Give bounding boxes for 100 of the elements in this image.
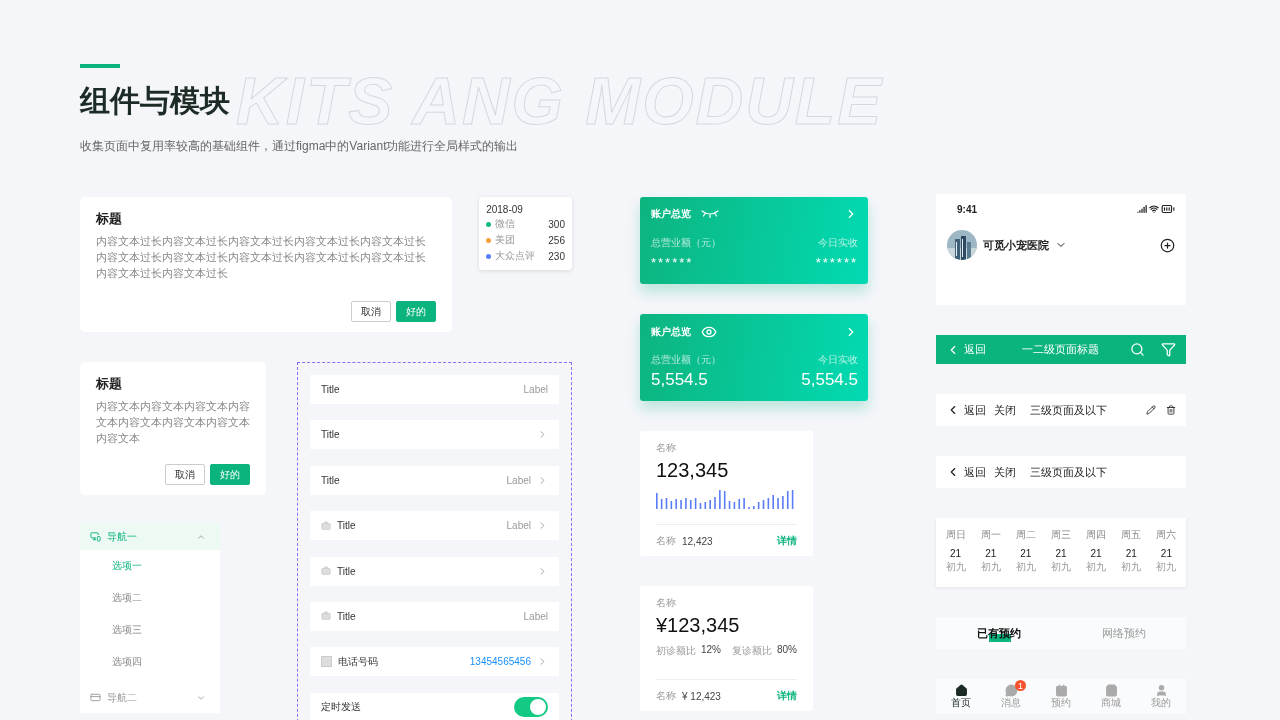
chat-bubble-icon bbox=[1004, 684, 1018, 697]
stat-value: ¥123,345 bbox=[656, 613, 740, 638]
square-icon bbox=[321, 656, 332, 668]
search-icon[interactable] bbox=[1130, 342, 1145, 357]
weekday-label: 周三 bbox=[1051, 528, 1071, 542]
list-cell[interactable]: Title Label bbox=[310, 511, 559, 541]
ratio-label: 复诊额比 bbox=[732, 644, 772, 658]
legend-value: 300 bbox=[548, 218, 565, 230]
tab-bar-item[interactable]: 首页 bbox=[936, 679, 986, 714]
nav-item[interactable]: 选项四 bbox=[80, 646, 220, 678]
phone-number: 13454565456 bbox=[469, 656, 531, 668]
day-number[interactable]: 21 bbox=[1055, 548, 1067, 560]
amount-label: 今日实收 bbox=[818, 353, 858, 367]
weekday-label: 周四 bbox=[1086, 528, 1107, 542]
page-subtitle: 收集页面中复用率较高的基础组件，通过figma中的Variant功能进行全局样式的输出 bbox=[80, 138, 519, 155]
clinic-name[interactable]: 可觅小宠医院 bbox=[983, 237, 1049, 253]
cell-title: Title bbox=[321, 429, 341, 441]
lunar-date: 初九 bbox=[1051, 560, 1071, 573]
legend-name: 大众点评 bbox=[495, 249, 537, 263]
amount-label: 总营业额（元） bbox=[651, 353, 721, 367]
page-title: 一二级页面标题 bbox=[1020, 342, 1100, 357]
close-link[interactable]: 关闭 bbox=[994, 402, 1016, 418]
cancel-button[interactable]: 取消 bbox=[351, 301, 392, 322]
list-cell[interactable]: 定时发送 bbox=[310, 692, 559, 720]
card-icon bbox=[90, 692, 101, 703]
card-title: 账户总览 bbox=[651, 325, 691, 339]
amount-label: 今日实收 bbox=[818, 236, 858, 250]
list-cell[interactable]: Title Label bbox=[310, 375, 559, 404]
list-cell[interactable]: Title Label bbox=[310, 601, 559, 631]
accent-bar bbox=[80, 64, 120, 68]
cell-title: Title bbox=[337, 610, 357, 622]
day-number[interactable]: 21 bbox=[985, 548, 997, 560]
back-link[interactable]: 返回 bbox=[946, 464, 986, 480]
tooltip-date: 2018-09 bbox=[486, 204, 523, 216]
weekday-label: 周五 bbox=[1121, 528, 1142, 542]
briefcase-icon bbox=[321, 566, 331, 577]
list-cell[interactable]: Title bbox=[310, 556, 559, 586]
ratio-value: 80% bbox=[777, 644, 797, 657]
cell-label: Label bbox=[523, 384, 548, 395]
stat-value: 123,345 bbox=[656, 458, 729, 483]
dialog-text: 内容文本内容文本内容文本内容文本内容文本内容文本内容文本内容文本 bbox=[96, 399, 250, 446]
shopping-bag-icon bbox=[1104, 684, 1118, 697]
dialog-text: 内容文本过长内容文本过长内容文本过长内容文本过长内容文本过长内容文本过长内容文本过长内容文本过长内容文本过长内容文本过长内容文本过长内容文本过长 bbox=[96, 234, 427, 281]
cell-title: Title bbox=[321, 384, 341, 395]
amount-value: 5,554.5 bbox=[801, 369, 858, 391]
briefcase-icon bbox=[321, 520, 331, 531]
list-cell[interactable]: Title Label bbox=[310, 465, 559, 495]
cancel-button[interactable]: 取消 bbox=[165, 464, 205, 485]
calendar-icon bbox=[1054, 684, 1068, 697]
ratio-label: 初诊额比 bbox=[656, 644, 696, 658]
weekday-label: 周六 bbox=[1156, 528, 1177, 542]
toggle-switch[interactable] bbox=[514, 697, 548, 718]
dialog-title: 标题 bbox=[96, 210, 122, 228]
footer-label: 名称 bbox=[656, 534, 676, 548]
day-number[interactable]: 21 bbox=[1020, 548, 1032, 560]
unread-badge: 1 bbox=[1015, 680, 1026, 691]
edit-icon[interactable] bbox=[1146, 405, 1156, 415]
legend-name: 微信 bbox=[495, 217, 517, 231]
day-number[interactable]: 21 bbox=[1090, 548, 1102, 560]
add-icon[interactable] bbox=[1160, 237, 1175, 253]
wifi-icon bbox=[1149, 204, 1159, 214]
cell-title: 电话号码 bbox=[338, 654, 379, 669]
briefcase-icon bbox=[321, 611, 331, 622]
day-number[interactable]: 21 bbox=[1160, 548, 1172, 560]
footer-label: 名称 bbox=[656, 689, 676, 703]
back-link[interactable]: 返回 bbox=[946, 402, 986, 418]
home-icon bbox=[954, 684, 968, 697]
cell-title: Title bbox=[337, 520, 357, 532]
filter-icon[interactable] bbox=[1161, 342, 1176, 357]
weekday-label: 周日 bbox=[945, 528, 966, 542]
amount-value: ****** bbox=[815, 254, 858, 272]
lunar-date: 初九 bbox=[1121, 560, 1142, 573]
list-cell[interactable]: 电话号码 13454565456 bbox=[310, 647, 559, 677]
battery-icon bbox=[1161, 202, 1175, 216]
day-number[interactable]: 21 bbox=[1125, 548, 1137, 560]
card-title: 账户总览 bbox=[651, 207, 691, 221]
legend-name: 美团 bbox=[495, 233, 517, 247]
cell-label: Label bbox=[523, 610, 548, 622]
stat-label: 名称 bbox=[656, 441, 676, 455]
stat-label: 名称 bbox=[656, 596, 676, 610]
lunar-date: 初九 bbox=[1015, 560, 1036, 573]
trash-icon[interactable] bbox=[1166, 405, 1176, 415]
lunar-date: 初九 bbox=[980, 560, 1001, 573]
closed-eye-icon[interactable] bbox=[701, 210, 719, 218]
amount-value: 5,554.5 bbox=[651, 369, 708, 391]
amount-label: 总营业额（元） bbox=[651, 236, 721, 250]
cell-label: Label bbox=[506, 520, 531, 532]
amount-value: ****** bbox=[651, 254, 694, 272]
footer-value: ¥ 12,423 bbox=[682, 690, 722, 702]
eye-icon[interactable] bbox=[701, 324, 717, 340]
close-link[interactable]: 关闭 bbox=[994, 464, 1016, 480]
legend-value: 230 bbox=[548, 250, 565, 262]
day-number[interactable]: 21 bbox=[950, 548, 962, 560]
nav-item[interactable]: 选项二 bbox=[80, 582, 220, 614]
nav-item[interactable]: 选项三 bbox=[80, 614, 220, 646]
list-cell[interactable]: Title bbox=[310, 420, 559, 450]
weekday-label: 周二 bbox=[1015, 528, 1036, 542]
dialog-title: 标题 bbox=[96, 375, 122, 393]
cell-title: Title bbox=[321, 474, 341, 486]
lunar-date: 初九 bbox=[1156, 560, 1177, 573]
